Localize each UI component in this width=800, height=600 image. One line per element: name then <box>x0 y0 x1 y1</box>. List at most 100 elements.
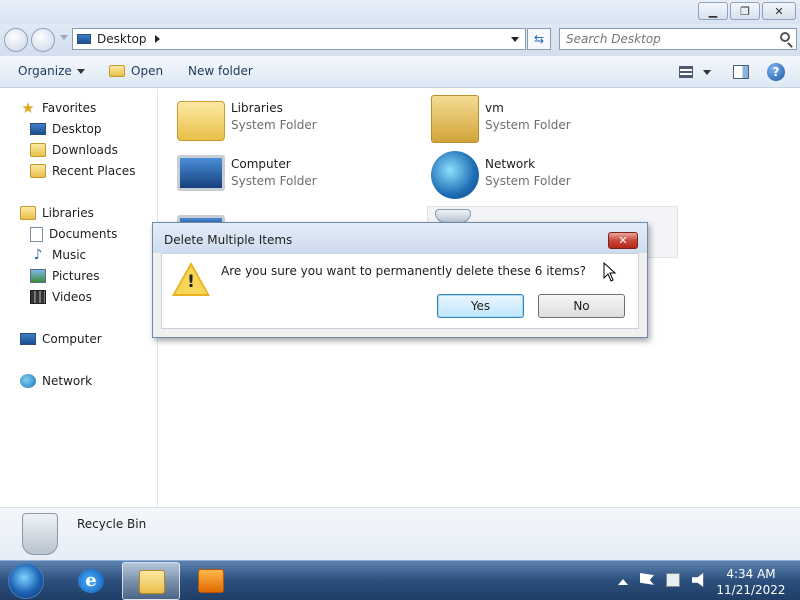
network-status-icon[interactable] <box>666 573 680 587</box>
address-bar[interactable]: Desktop <box>72 28 526 50</box>
nav-downloads[interactable]: Downloads <box>30 141 118 159</box>
computer-icon <box>177 155 225 191</box>
clock-time: 4:34 AM <box>726 567 776 581</box>
close-icon: ✕ <box>618 234 628 247</box>
volume-muted-icon[interactable] <box>692 573 704 587</box>
item-network[interactable]: Network System Folder <box>431 151 571 199</box>
music-icon: ♪ <box>33 247 43 263</box>
search-box[interactable] <box>559 28 797 50</box>
item-vm[interactable]: vm System Folder <box>431 95 571 143</box>
taskbar-media-player[interactable] <box>182 562 240 600</box>
chevron-down-icon <box>76 68 85 74</box>
nav-libraries-label: Libraries <box>42 206 94 220</box>
open-button[interactable]: Open <box>109 64 163 78</box>
close-window-button[interactable]: ✕ <box>762 2 796 20</box>
nav-downloads-label: Downloads <box>52 143 118 157</box>
taskbar-windows-explorer[interactable] <box>122 562 180 600</box>
details-item-name: Recycle Bin <box>77 517 147 531</box>
nav-music[interactable]: ♪ Music <box>30 246 87 264</box>
computer-icon <box>20 333 36 345</box>
show-hidden-icons-icon[interactable] <box>618 578 628 585</box>
nav-documents[interactable]: Documents <box>30 225 117 243</box>
item-recycle-bin-partial[interactable] <box>435 209 477 223</box>
view-icon <box>679 66 693 78</box>
nav-computer[interactable]: Computer <box>20 330 102 348</box>
item-computer[interactable]: Computer System Folder <box>177 151 317 191</box>
address-dropdown-icon[interactable] <box>511 37 519 42</box>
help-icon: ? <box>767 63 785 81</box>
nav-recent-places[interactable]: Recent Places <box>30 162 135 180</box>
item-type: System Folder <box>485 174 571 188</box>
recent-pages-dropdown[interactable] <box>60 35 68 40</box>
view-options-dropdown[interactable] <box>703 70 711 75</box>
desktop-icon <box>30 123 46 135</box>
breadcrumb-arrow-icon[interactable] <box>154 35 160 43</box>
nav-recent-places-label: Recent Places <box>52 164 136 178</box>
clock-date: 11/21/2022 <box>716 583 786 597</box>
item-name: Network <box>485 157 536 171</box>
organize-label: Organize <box>18 64 72 78</box>
recent-places-icon <box>30 164 46 178</box>
search-icon <box>780 32 790 42</box>
nav-pictures-label: Pictures <box>52 269 100 283</box>
delete-confirmation-dialog: Delete Multiple Items ✕ ! Are you sure y… <box>152 222 648 338</box>
libraries-folder-icon <box>177 101 225 141</box>
internet-explorer-icon: e <box>78 569 104 593</box>
new-folder-label: New folder <box>188 64 253 78</box>
pictures-icon <box>30 269 46 283</box>
change-view-button[interactable] <box>679 66 693 78</box>
nav-favorites[interactable]: ★ Favorites <box>20 99 96 117</box>
nav-favorites-label: Favorites <box>42 101 97 115</box>
nav-network[interactable]: Network <box>20 372 92 390</box>
command-bar: Organize Open New folder ? <box>0 56 800 88</box>
close-icon: ✕ <box>774 4 784 18</box>
open-label: Open <box>131 64 164 78</box>
start-button[interactable] <box>8 563 44 599</box>
media-player-icon <box>198 569 224 593</box>
action-center-flag-icon[interactable] <box>640 573 654 585</box>
clock[interactable]: 4:34 AM 11/21/2022 <box>712 566 790 598</box>
navigation-pane: ★ Favorites Desktop Downloads Recent Pla… <box>0 89 158 507</box>
minimize-icon: ▁ <box>708 4 718 18</box>
restore-button[interactable]: ❐ <box>730 2 760 20</box>
nav-libraries[interactable]: Libraries <box>20 204 94 222</box>
refresh-icon: ⇆ <box>533 32 545 46</box>
help-button[interactable]: ? <box>767 63 785 81</box>
windows-explorer-icon <box>139 570 165 594</box>
dialog-body: ! Are you sure you want to permanently d… <box>161 253 639 329</box>
nav-desktop[interactable]: Desktop <box>30 120 102 138</box>
dialog-titlebar: Delete Multiple Items ✕ <box>153 223 647 253</box>
nav-desktop-label: Desktop <box>52 122 102 136</box>
back-button[interactable] <box>4 28 28 52</box>
nav-documents-label: Documents <box>49 227 118 241</box>
breadcrumb-desktop[interactable]: Desktop <box>97 32 147 46</box>
documents-icon <box>30 226 43 242</box>
nav-videos[interactable]: Videos <box>30 288 92 306</box>
new-folder-button[interactable]: New folder <box>188 64 253 78</box>
taskbar-internet-explorer[interactable]: e <box>62 562 120 600</box>
preview-pane-button[interactable] <box>733 65 749 79</box>
caption-buttons: ▁ ❐ ✕ <box>698 2 796 20</box>
nav-videos-label: Videos <box>52 290 92 304</box>
star-icon: ★ <box>21 99 35 117</box>
item-libraries[interactable]: Libraries System Folder <box>177 95 317 141</box>
organize-button[interactable]: Organize <box>18 64 85 78</box>
yes-button[interactable]: Yes <box>437 294 524 318</box>
minimize-button[interactable]: ▁ <box>698 2 728 20</box>
item-type: System Folder <box>231 118 317 132</box>
warning-icon: ! <box>172 262 210 296</box>
user-folder-icon <box>431 95 479 143</box>
window-titlebar: ▁ ❐ ✕ <box>0 0 800 24</box>
mouse-cursor-icon <box>603 262 617 282</box>
dialog-message: Are you sure you want to permanently del… <box>221 264 586 278</box>
dialog-close-button[interactable]: ✕ <box>608 232 638 249</box>
refresh-button[interactable]: ⇆ <box>527 28 551 50</box>
nav-pictures[interactable]: Pictures <box>30 267 100 285</box>
downloads-icon <box>30 143 46 157</box>
item-type: System Folder <box>231 174 317 188</box>
forward-button[interactable] <box>31 28 55 52</box>
search-input[interactable] <box>560 29 760 49</box>
system-tray <box>618 573 706 587</box>
no-button[interactable]: No <box>538 294 625 318</box>
restore-icon: ❐ <box>740 4 750 18</box>
